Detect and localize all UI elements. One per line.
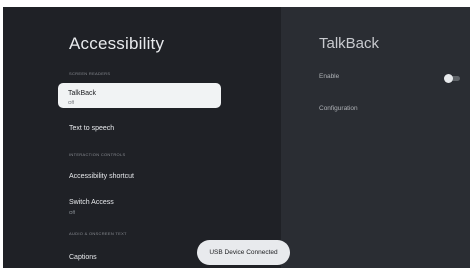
menu-item-talkback[interactable]: TalkBack Off <box>58 83 221 108</box>
accessibility-menu-pane: Accessibility SCREEN READERS TalkBack Of… <box>3 7 281 268</box>
menu-item-accessibility-shortcut[interactable]: Accessibility shortcut <box>69 173 134 180</box>
menu-item-label: Captions <box>69 254 97 261</box>
menu-item-status: Off <box>69 210 75 215</box>
menu-item-switch-access[interactable]: Switch Access Off <box>69 199 114 215</box>
enable-toggle[interactable] <box>444 74 461 83</box>
section-header-interaction-controls: INTERACTION CONTROLS <box>69 152 126 157</box>
detail-title: TalkBack <box>319 35 380 52</box>
page-title: Accessibility <box>69 34 165 53</box>
enable-row[interactable]: Enable <box>319 73 339 80</box>
usb-connected-toast: USB Device Connected <box>197 240 290 265</box>
menu-item-captions[interactable]: Captions <box>69 254 97 261</box>
menu-item-text-to-speech[interactable]: Text to speech <box>69 125 114 132</box>
menu-item-status: Off <box>68 100 74 105</box>
configuration-row[interactable]: Configuration <box>319 105 358 112</box>
menu-item-label: Text to speech <box>69 125 115 132</box>
configuration-label: Configuration <box>319 105 358 112</box>
toast-text: USB Device Connected <box>209 249 278 256</box>
menu-item-label: Accessibility shortcut <box>69 173 134 180</box>
toggle-knob <box>444 74 453 83</box>
enable-label: Enable <box>319 73 340 80</box>
tv-screen: Accessibility SCREEN READERS TalkBack Of… <box>3 7 470 268</box>
talkback-detail-pane: TalkBack Enable Configuration <box>281 7 470 268</box>
section-header-audio-onscreen-text: AUDIO & ONSCREEN TEXT <box>69 231 127 236</box>
menu-item-label: Switch Access <box>69 199 114 206</box>
section-header-screen-readers: SCREEN READERS <box>69 71 111 76</box>
menu-item-label: TalkBack <box>68 90 97 97</box>
